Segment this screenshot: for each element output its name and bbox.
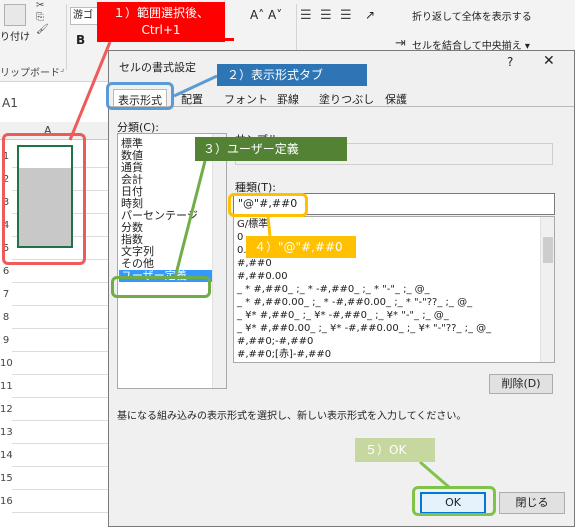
arrow-step3 (173, 160, 207, 279)
highlight-step3 (111, 276, 211, 298)
highlight-step1 (2, 133, 86, 265)
callout-step1-line2: Ctrl+1 (141, 23, 181, 37)
arrow-step2 (173, 74, 218, 98)
highlight-step2 (106, 82, 174, 110)
arrow-step1 (68, 41, 112, 141)
callout-step2: ２）表示形式タブ (217, 64, 367, 86)
arrow-step5 (419, 460, 451, 490)
callout-step1: １）範囲選択後、 Ctrl+1 (97, 2, 225, 42)
callout-step4: ４）"@"#,##0 (246, 236, 356, 258)
arrow-step4 (266, 216, 272, 237)
highlight-step4 (228, 193, 308, 217)
callout-step3: ３）ユーザー定義 (195, 137, 347, 161)
callout-step1-line1: １）範囲選択後、 (112, 6, 209, 20)
highlight-step5 (412, 486, 496, 516)
callout-step5: ５）OK (355, 438, 435, 462)
